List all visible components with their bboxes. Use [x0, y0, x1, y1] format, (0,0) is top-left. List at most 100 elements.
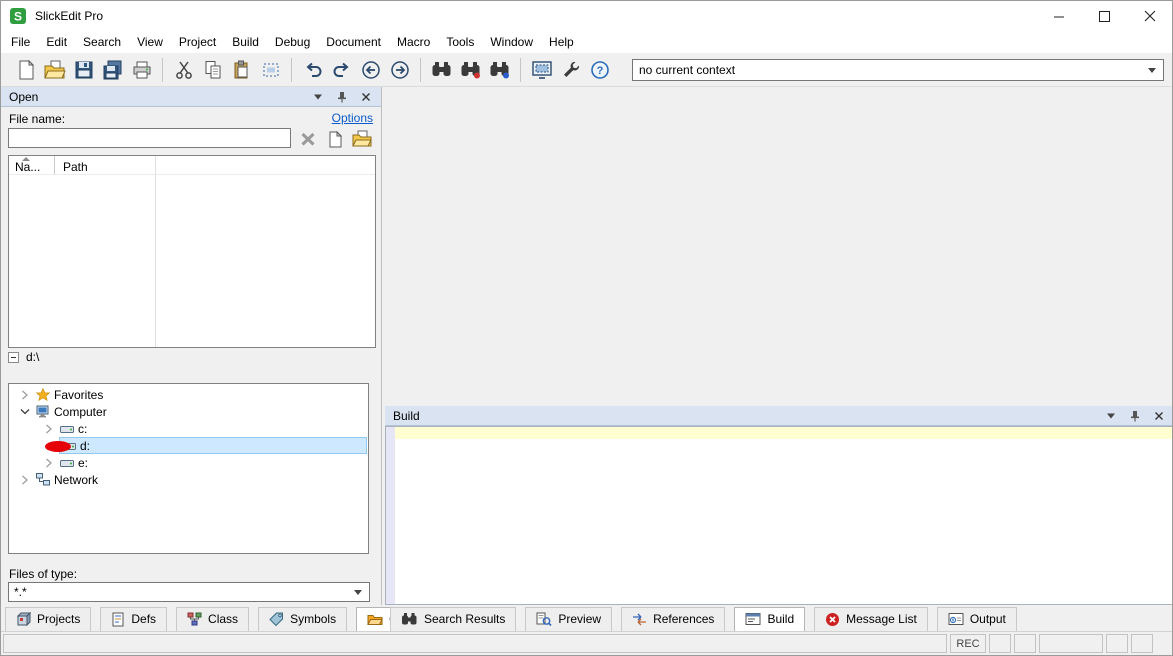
- left-tabstrip: Projects Defs Class Symbols Open: [5, 605, 429, 633]
- files-of-type-value: *.*: [14, 585, 27, 599]
- open-folder-button[interactable]: [349, 127, 375, 151]
- red-oval-marker: [45, 441, 71, 452]
- tab-label: Build: [767, 612, 794, 626]
- find-in-files-button[interactable]: [456, 56, 485, 84]
- clear-filename-button[interactable]: [295, 127, 321, 151]
- menu-debug[interactable]: Debug: [267, 32, 318, 52]
- options-button[interactable]: [556, 56, 585, 84]
- selected-tree-item[interactable]: d:: [59, 437, 367, 454]
- toolbar-separator: [162, 58, 163, 82]
- tree-item-computer[interactable]: Computer: [9, 403, 368, 420]
- chevron-right-icon[interactable]: [19, 474, 31, 486]
- open-panel-titlebar: Open: [1, 87, 381, 107]
- tab-output[interactable]: Output: [937, 607, 1017, 632]
- files-of-type-combobox[interactable]: *.*: [8, 582, 370, 602]
- navigate-forward-button[interactable]: [385, 56, 414, 84]
- replace-in-files-button[interactable]: [485, 56, 514, 84]
- redo-button[interactable]: [327, 56, 356, 84]
- menu-file[interactable]: File: [3, 32, 38, 52]
- context-combobox[interactable]: no current context: [632, 59, 1164, 81]
- pin-icon: [1129, 410, 1141, 422]
- cut-icon: [174, 60, 194, 80]
- computer-icon: [35, 405, 50, 418]
- tab-defs[interactable]: Defs: [100, 607, 167, 632]
- tab-references[interactable]: References: [621, 607, 725, 632]
- minimize-button[interactable]: [1037, 1, 1082, 31]
- panel-close-button[interactable]: [1152, 409, 1166, 423]
- tree-item-favorites[interactable]: Favorites: [9, 386, 368, 403]
- panel-menu-button[interactable]: [1104, 409, 1118, 423]
- file-list-header: Na... Path: [9, 156, 375, 175]
- tab-class[interactable]: Class: [176, 607, 249, 632]
- tab-message-list[interactable]: Message List: [814, 607, 928, 632]
- chevron-down-icon[interactable]: [19, 406, 31, 418]
- drive-group-header[interactable]: d:\: [8, 349, 39, 365]
- tree-item-drive-e[interactable]: e:: [9, 454, 368, 471]
- close-button[interactable]: [1127, 1, 1172, 31]
- panel-pin-button[interactable]: [1128, 409, 1142, 423]
- symbols-icon: [269, 612, 284, 626]
- options-link[interactable]: Options: [332, 111, 373, 125]
- resize-grip[interactable]: [1156, 634, 1170, 653]
- tab-projects[interactable]: Projects: [5, 607, 91, 632]
- tab-label: Preview: [558, 612, 601, 626]
- select-block-button[interactable]: [256, 56, 285, 84]
- file-name-input[interactable]: [8, 128, 291, 148]
- menu-view[interactable]: View: [129, 32, 171, 52]
- tab-label: Message List: [846, 612, 917, 626]
- panel-pin-button[interactable]: [335, 90, 349, 104]
- column-divider: [155, 156, 156, 347]
- build-panel-title: Build: [393, 409, 420, 423]
- paste-button[interactable]: [227, 56, 256, 84]
- save-all-button[interactable]: [98, 56, 127, 84]
- close-icon: [1154, 411, 1164, 421]
- menu-build[interactable]: Build: [224, 32, 267, 52]
- menu-search[interactable]: Search: [75, 32, 129, 52]
- menu-edit[interactable]: Edit: [38, 32, 75, 52]
- panel-close-button[interactable]: [359, 90, 373, 104]
- print-button[interactable]: [127, 56, 156, 84]
- tab-label: Search Results: [424, 612, 505, 626]
- tree-item-drive-c[interactable]: c:: [9, 420, 368, 437]
- menu-project[interactable]: Project: [171, 32, 224, 52]
- maximize-button[interactable]: [1082, 1, 1127, 31]
- tab-preview[interactable]: Preview: [525, 607, 612, 632]
- open-folder-icon: [367, 612, 383, 626]
- menu-help[interactable]: Help: [541, 32, 582, 52]
- collapse-minus-icon[interactable]: [8, 352, 19, 363]
- tab-label: Defs: [131, 612, 156, 626]
- tree-item-label: d:: [80, 439, 90, 453]
- undo-button[interactable]: [298, 56, 327, 84]
- chevron-right-icon[interactable]: [19, 389, 31, 401]
- drive-icon: [59, 422, 74, 435]
- save-icon: [74, 60, 94, 80]
- chevron-right-icon[interactable]: [43, 423, 55, 435]
- menu-tools[interactable]: Tools: [438, 32, 482, 52]
- tab-build[interactable]: Build: [734, 607, 805, 632]
- menu-document[interactable]: Document: [318, 32, 389, 52]
- tab-search-results[interactable]: Search Results: [390, 607, 516, 632]
- folder-tree[interactable]: Favorites Computer c: d:: [8, 383, 369, 554]
- panel-menu-button[interactable]: [311, 90, 325, 104]
- open-file-button[interactable]: [40, 56, 69, 84]
- svg-text:?: ?: [596, 65, 603, 77]
- new-document-button[interactable]: [322, 127, 348, 151]
- find-button[interactable]: [427, 56, 456, 84]
- new-file-icon: [17, 60, 35, 80]
- file-list[interactable]: Na... Path: [8, 155, 376, 348]
- new-file-button[interactable]: [11, 56, 40, 84]
- copy-button[interactable]: [198, 56, 227, 84]
- cut-button[interactable]: [169, 56, 198, 84]
- build-console[interactable]: [385, 426, 1173, 605]
- tab-symbols[interactable]: Symbols: [258, 607, 347, 632]
- save-button[interactable]: [69, 56, 98, 84]
- tree-item-network[interactable]: Network: [9, 471, 368, 488]
- chevron-right-icon[interactable]: [43, 457, 55, 469]
- menu-macro[interactable]: Macro: [389, 32, 438, 52]
- help-button[interactable]: ?: [585, 56, 614, 84]
- fullscreen-button[interactable]: [527, 56, 556, 84]
- navigate-back-button[interactable]: [356, 56, 385, 84]
- menu-window[interactable]: Window: [482, 32, 541, 52]
- column-header-name[interactable]: Na...: [9, 156, 55, 174]
- column-header-path[interactable]: Path: [55, 156, 88, 174]
